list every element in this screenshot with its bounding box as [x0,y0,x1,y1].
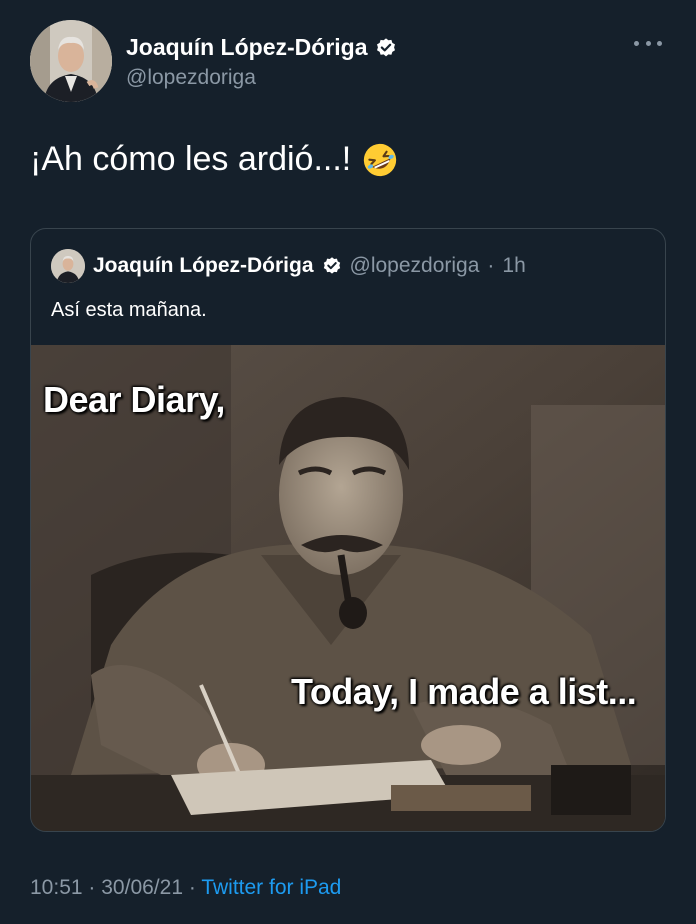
author-name-text[interactable]: Joaquín López-Dóriga [126,34,368,61]
meme-caption-top: Dear Diary, [43,379,225,420]
author-name[interactable]: Joaquín López-Dóriga [126,34,397,61]
meta-separator: · [188,876,196,899]
verified-badge-icon [322,256,342,276]
tweet-text: ¡Ah cómo les ardió...! [30,140,399,179]
quoted-tweet-age: 1h [502,254,526,277]
meme-caption-bottom: Today, I made a list... [291,671,637,712]
author-handle[interactable]: @lopezdoriga [126,66,256,90]
verified-badge-icon [375,37,397,59]
tweet-metadata: 10:51 · 30/06/21 · Twitter for iPad [30,876,341,900]
more-dot [634,40,639,46]
quoted-author-avatar [51,249,85,283]
quoted-tweet-image[interactable]: Dear Diary, Today, I made a list... [31,345,665,831]
quoted-separator: · [487,254,495,277]
more-dot [657,40,662,46]
meta-separator: · [88,876,96,899]
tweet-source-link[interactable]: Twitter for iPad [201,876,341,899]
more-options-icon[interactable] [634,38,662,48]
quoted-tweet-text: Así esta mañana. [51,299,207,321]
quoted-author-handle: @lopezdoriga [349,254,480,277]
quoted-author-name: Joaquín López-Dóriga [93,254,314,277]
more-dot [645,40,651,46]
tweet-date[interactable]: 30/06/21 [101,876,183,899]
quoted-tweet-header: Joaquín López-Dóriga @lopezdoriga · 1h [51,249,526,283]
quoted-tweet[interactable]: Joaquín López-Dóriga @lopezdoriga · 1h A… [30,228,666,832]
tweet-time[interactable]: 10:51 [30,876,83,899]
rolling-laughing-emoji-icon [361,141,399,179]
tweet-text-content: ¡Ah cómo les ardió...! [30,140,352,178]
author-avatar[interactable] [30,20,112,102]
